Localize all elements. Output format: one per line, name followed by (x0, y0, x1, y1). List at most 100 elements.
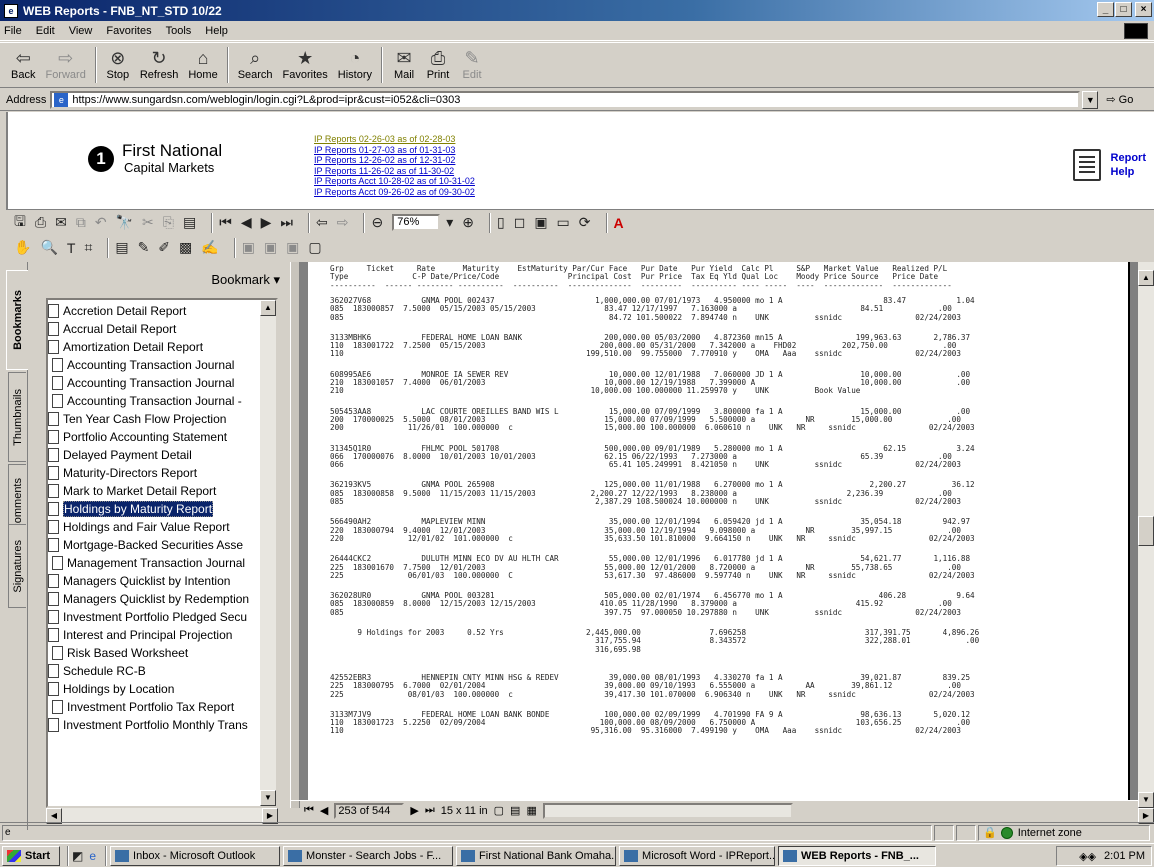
hand-tool-icon[interactable]: ✋ (14, 239, 31, 256)
bookmark-item[interactable]: Maturity-Directors Report (48, 464, 197, 482)
note-tool-icon[interactable]: ▤ (115, 239, 128, 256)
print-button[interactable]: ⎙ Print (421, 47, 455, 81)
menu-view[interactable]: View (69, 25, 93, 37)
report-link[interactable]: IP Reports 12-26-02 as of 12-31-02 (314, 155, 475, 166)
insert-icon[interactable]: ⎘ (163, 214, 174, 231)
adobe-logo-icon[interactable]: A (614, 215, 624, 231)
doc-hscrollbar[interactable] (542, 802, 793, 819)
zoom-tool-icon[interactable]: 🔍 (40, 239, 57, 256)
find-icon[interactable]: 🔭 (116, 214, 133, 231)
print-icon[interactable]: ⎙ (35, 214, 46, 231)
report-link[interactable]: IP Reports 11-26-02 as of 11-30-02 (314, 166, 475, 177)
bookmark-item[interactable]: Schedule RC-B (48, 662, 146, 680)
bookmark-item[interactable]: Mark to Market Detail Report (48, 482, 216, 500)
close-button[interactable]: × (1135, 2, 1152, 17)
bookmark-menu-button[interactable]: Bookmark ▾ (28, 262, 290, 298)
search-button[interactable]: ⌕ Search (233, 47, 278, 81)
bookmark-item[interactable]: Risk Based Worksheet (48, 644, 188, 662)
doc-scroll-up-icon[interactable]: ▲ (1138, 270, 1154, 286)
doc-scroll-thumb[interactable] (1138, 516, 1154, 546)
go-forward-icon[interactable]: ⇨ (337, 214, 349, 231)
fit-width-icon[interactable]: ▣ (534, 214, 547, 231)
report-link[interactable]: IP Reports 02-26-03 as of 02-28-03 (314, 134, 475, 145)
bookmark-item[interactable]: Management Transaction Journal (48, 554, 245, 572)
taskbar-button[interactable]: Inbox - Microsoft Outlook (110, 845, 281, 866)
tab-bookmarks[interactable]: Bookmarks (6, 270, 28, 370)
address-dropdown-icon[interactable]: ▼ (1082, 90, 1099, 109)
favorites-button[interactable]: ★ Favorites (278, 47, 333, 81)
tab-signatures[interactable]: Signatures (8, 524, 26, 608)
address-input[interactable]: e https://www.sungardsn.com/weblogin/log… (50, 90, 1081, 109)
menu-edit[interactable]: Edit (36, 25, 55, 37)
report-link[interactable]: IP Reports 01-27-03 as of 01-31-03 (314, 145, 475, 156)
bookmark-item[interactable]: Delayed Payment Detail (48, 446, 192, 464)
stop-button[interactable]: ⊗ Stop (101, 47, 135, 81)
document-vscrollbar[interactable]: ▲ ▼ (1138, 262, 1154, 808)
single-page-icon[interactable]: ▢ (494, 804, 504, 817)
document-icon[interactable]: ▢ (308, 239, 321, 256)
undo-icon[interactable]: ↶ (95, 214, 107, 231)
previous-page-icon[interactable]: ◀ (241, 214, 252, 231)
maximize-button[interactable]: □ (1115, 2, 1132, 17)
scroll-down-icon[interactable]: ▼ (260, 790, 276, 806)
first-page-button-icon[interactable]: ⏮ (304, 804, 314, 817)
fit-visible-icon[interactable]: ▭ (557, 214, 570, 231)
highlight-tool-icon[interactable]: ✐ (158, 239, 170, 256)
bookmark-item[interactable]: Investment Portfolio Pledged Secu (48, 608, 247, 626)
bookmark-item[interactable]: Accounting Transaction Journal - (48, 392, 242, 410)
next-page-button-icon[interactable]: ▶ (410, 804, 418, 817)
zoom-out-icon[interactable]: ⊖ (371, 214, 383, 231)
prev-page-button-icon[interactable]: ◀ (320, 804, 328, 817)
edit-button[interactable]: ✎ Edit (455, 47, 489, 81)
taskbar-button[interactable]: First National Bank Omaha... (456, 845, 617, 866)
fit-page-icon[interactable]: ◻ (514, 214, 526, 231)
show-desktop-icon[interactable]: ◩ (72, 849, 83, 863)
report-link[interactable]: IP Reports Acct 10-28-02 as of 10-31-02 (314, 176, 475, 187)
email-icon[interactable]: ✉ (55, 214, 67, 231)
bookmark-item[interactable]: Accounting Transaction Journal (48, 356, 234, 374)
taskbar-button[interactable]: Microsoft Word - IPReport... (619, 845, 776, 866)
review-tool-3-icon[interactable]: ▣ (286, 239, 299, 256)
first-page-icon[interactable]: ⏮ (219, 214, 232, 231)
bookmark-item[interactable]: Accounting Transaction Journal (48, 374, 234, 392)
copy-icon[interactable]: ⧉ (76, 214, 86, 231)
bookmark-item[interactable]: Managers Quicklist by Intention (48, 572, 230, 590)
actual-size-icon[interactable]: ▯ (497, 214, 505, 231)
bookmark-item[interactable]: Holdings by Maturity Report (48, 500, 214, 518)
bookmark-scrollbar[interactable]: ▲ ▼ (260, 300, 276, 806)
bookmark-item[interactable]: Accrual Detail Report (48, 320, 176, 338)
doc-scroll-down-icon[interactable]: ▼ (1138, 792, 1154, 808)
bookmark-item[interactable]: Interest and Principal Projection (48, 626, 232, 644)
zoom-dropdown-icon[interactable]: ▾ (446, 214, 453, 231)
report-help-link[interactable]: Report Help (1072, 149, 1146, 181)
forward-button[interactable]: ⇨ Forward (40, 47, 90, 81)
graphics-select-icon[interactable]: ⌗ (84, 239, 92, 256)
taskbar-button[interactable]: WEB Reports - FNB_... (778, 845, 937, 866)
taskbar-button[interactable]: Monster - Search Jobs - F... (283, 845, 454, 866)
next-page-icon[interactable]: ▶ (261, 214, 272, 231)
last-page-icon[interactable]: ⏭ (280, 214, 293, 231)
ie-quicklaunch-icon[interactable]: e (89, 849, 96, 863)
bookmark-item[interactable]: Ten Year Cash Flow Projection (48, 410, 226, 428)
zoom-in-icon[interactable]: ⊕ (462, 214, 474, 231)
stamp-tool-icon[interactable]: ▩ (179, 239, 192, 256)
bookmark-item[interactable]: Investment Portfolio Monthly Trans (48, 716, 248, 734)
bookmark-item[interactable]: Holdings by Location (48, 680, 174, 698)
home-button[interactable]: ⌂ Home (183, 47, 222, 81)
rotate-icon[interactable]: ⟳ (579, 214, 591, 231)
back-button[interactable]: ⇦ Back (6, 47, 40, 81)
spell-icon[interactable]: ✂ (142, 214, 154, 231)
tray-icons[interactable]: ◈◈ (1079, 850, 1096, 863)
last-page-button-icon[interactable]: ⏭ (425, 804, 435, 817)
menu-tools[interactable]: Tools (166, 25, 192, 37)
refresh-button[interactable]: ↻ Refresh (135, 47, 184, 81)
pencil-tool-icon[interactable]: ✎ (138, 239, 150, 256)
review-tool-2-icon[interactable]: ▣ (264, 239, 277, 256)
text-select-icon[interactable]: T (67, 240, 76, 256)
minimize-button[interactable]: _ (1097, 2, 1114, 17)
save-icon[interactable]: 🖫 (14, 211, 26, 235)
tab-thumbnails[interactable]: Thumbnails (8, 372, 26, 462)
start-button[interactable]: Start (2, 845, 60, 866)
menu-help[interactable]: Help (205, 25, 228, 37)
markup-tool-icon[interactable]: ✍ (201, 239, 218, 256)
